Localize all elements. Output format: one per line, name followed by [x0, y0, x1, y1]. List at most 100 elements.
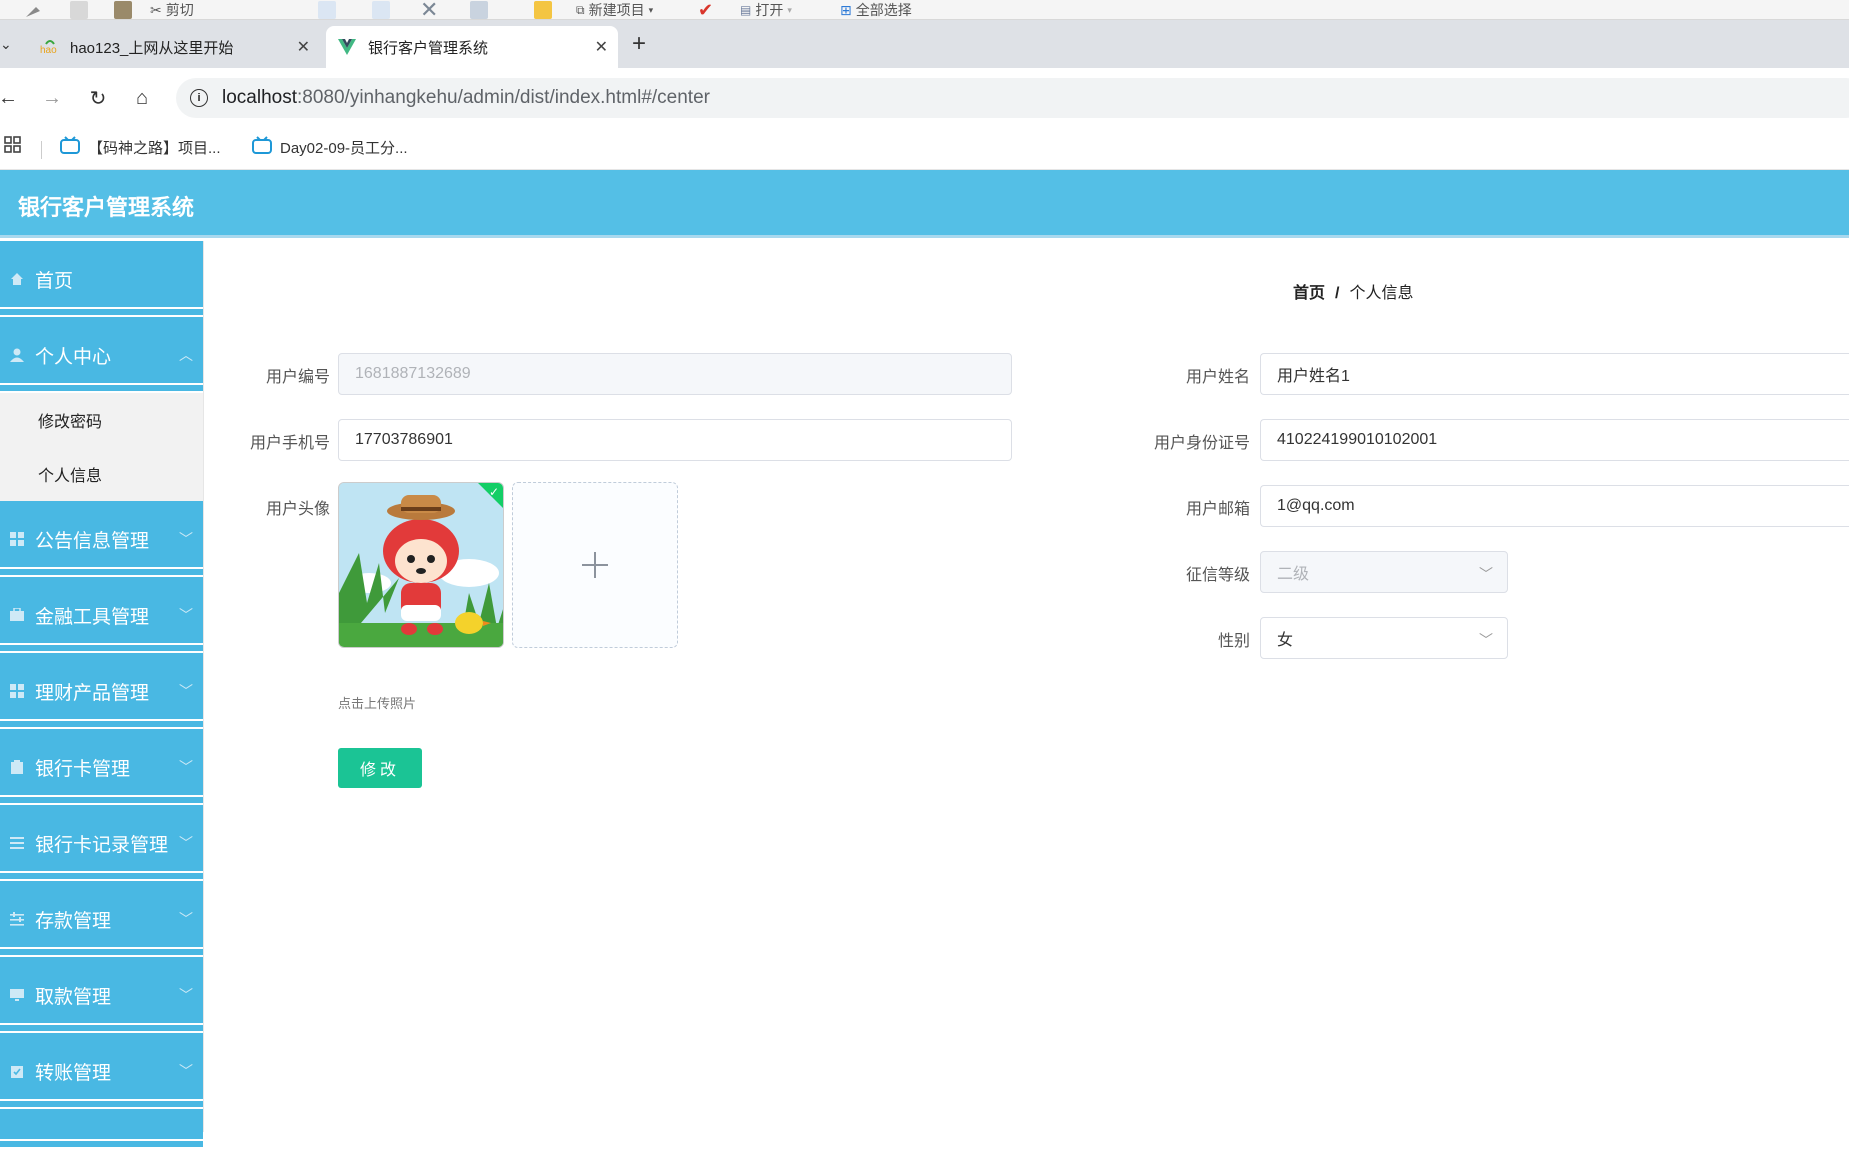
new-item-button[interactable]: ⧉ 新建项目 ▾ — [576, 0, 653, 20]
monitor-icon — [9, 987, 25, 1003]
pin-icon[interactable] — [22, 0, 44, 20]
plus-icon — [582, 552, 608, 578]
email-label: 用户邮箱 — [1185, 501, 1250, 518]
name-label: 用户姓名 — [1185, 369, 1250, 386]
avatar-label: 用户头像 — [265, 501, 330, 518]
apps-grid-icon[interactable] — [4, 136, 22, 154]
briefcase-icon — [9, 607, 25, 623]
forward-icon[interactable]: → — [38, 84, 66, 112]
select-all-icon: ⊞ — [840, 1, 852, 18]
credit-level-value: 二级 — [1277, 566, 1310, 583]
phone-label: 用户手机号 — [249, 435, 330, 452]
sidebar-item-home[interactable]: 首页 — [0, 241, 203, 317]
sidebar-item-change-password[interactable]: 修改密码 — [0, 393, 203, 447]
copy-to-icon[interactable] — [372, 0, 390, 20]
tab-bank-system[interactable]: 银行客户管理系统 ✕ — [326, 26, 618, 68]
chevron-down-icon: ﹀ — [1479, 566, 1493, 582]
tab-close-icon[interactable]: ✕ — [595, 37, 608, 57]
sidebar-item-transfers[interactable]: 转账管理 ﹀ — [0, 1033, 203, 1109]
sidebar-item-financial-tools[interactable]: 金融工具管理 ﹀ — [0, 577, 203, 653]
chevron-down-icon: ﹀ — [179, 607, 193, 623]
tab-search-icon[interactable]: ⌄ — [0, 36, 12, 53]
sidebar-item-deposits[interactable]: 存款管理 ﹀ — [0, 881, 203, 957]
breadcrumb: 首页 / 个人信息 — [1293, 279, 1413, 303]
scissors-icon: ✂ — [150, 1, 162, 18]
gender-value: 女 — [1277, 632, 1294, 649]
phone-field[interactable]: 17703786901 — [338, 419, 1012, 461]
tab-close-icon[interactable]: ✕ — [297, 37, 310, 57]
back-icon[interactable]: ← — [0, 84, 22, 112]
sidebar: 首页 个人中心 ︿ 修改密码 个人信息 公告信息管理 ﹀ 金融工具管理 ﹀ 理财… — [0, 241, 204, 1149]
submit-button[interactable]: 修改 — [338, 748, 422, 788]
check-icon: ✓ — [488, 485, 499, 499]
sidebar-item-withdrawals[interactable]: 取款管理 ﹀ — [0, 957, 203, 1033]
clipboard-check-icon — [9, 1063, 25, 1079]
delete-icon[interactable]: ✕ — [420, 0, 438, 22]
main-content: 首页 / 个人信息 用户编号 1681887132689 用户手机号 1770378… — [205, 241, 1849, 1132]
chevron-down-icon: ﹀ — [179, 987, 193, 1003]
sidebar-item-bank-cards[interactable]: 银行卡管理 ﹀ — [0, 729, 203, 805]
tab-hao123[interactable]: hao hao123_上网从这里开始 ✕ — [28, 26, 320, 68]
name-field[interactable]: 用户姓名1 — [1260, 353, 1849, 395]
user-no-label: 用户编号 — [265, 369, 330, 386]
open-button[interactable]: ▤ 打开 ▾ — [740, 0, 792, 20]
chevron-down-icon: ﹀ — [179, 835, 193, 851]
bookmark-item[interactable]: Day02-09-员工分... — [252, 136, 408, 158]
chevron-up-icon: ︿ — [179, 347, 193, 363]
credit-level-label: 征信等级 — [1185, 567, 1250, 584]
site-info-icon[interactable]: i — [190, 89, 208, 107]
svg-text:hao: hao — [40, 45, 57, 56]
sidebar-item-personal-center[interactable]: 个人中心 ︿ — [0, 317, 203, 393]
move-to-icon[interactable] — [318, 0, 336, 20]
open-icon: ▤ — [740, 3, 752, 17]
explorer-toolbar: ✂ 剪切 ✕ ⧉ 新建项目 ▾ ✔ ▤ 打开 ▾ ⊞ 全部选择 — [0, 0, 1849, 22]
cut-button[interactable]: ✂ 剪切 — [150, 0, 194, 20]
bilibili-icon — [60, 136, 80, 158]
rename-icon[interactable] — [470, 0, 488, 20]
paste-icon[interactable] — [114, 0, 132, 20]
select-all-button[interactable]: ⊞ 全部选择 — [840, 0, 912, 20]
grid-icon — [9, 531, 25, 547]
sidebar-item-announcements[interactable]: 公告信息管理 ﹀ — [0, 501, 203, 577]
sidebar-item-card-records[interactable]: 银行卡记录管理 ﹀ — [0, 805, 203, 881]
sidebar-item-wealth-products[interactable]: 理财产品管理 ﹀ — [0, 653, 203, 729]
new-item-icon: ⧉ — [576, 2, 585, 17]
idcard-field[interactable]: 410224199010102001 — [1260, 419, 1849, 461]
breadcrumb-separator: / — [1335, 285, 1340, 302]
reload-icon[interactable]: ↻ — [84, 84, 112, 112]
clipboard-icon — [9, 759, 25, 775]
new-tab-button[interactable]: + — [632, 30, 646, 58]
chevron-down-icon: ﹀ — [179, 911, 193, 927]
new-folder-icon[interactable] — [534, 0, 552, 20]
submenu-personal-center: 修改密码 个人信息 — [0, 393, 203, 501]
credit-level-select[interactable]: 二级 ﹀ — [1260, 551, 1508, 593]
sidebar-item-more[interactable] — [0, 1109, 203, 1149]
address-toolbar: ← → ↻ ⌂ i localhost:8080/yinhangkehu/adm… — [0, 68, 1849, 128]
avatar-upload-button[interactable] — [512, 482, 678, 648]
chevron-down-icon: ﹀ — [179, 531, 193, 547]
chevron-down-icon: ﹀ — [179, 1063, 193, 1079]
bookmark-item[interactable]: 【码神之路】项目... — [60, 136, 221, 158]
upload-hint: 点击上传照片 — [338, 696, 417, 711]
breadcrumb-home[interactable]: 首页 — [1293, 285, 1325, 302]
sidebar-item-personal-info[interactable]: 个人信息 — [0, 447, 203, 501]
cartoon-avatar-image — [339, 483, 503, 647]
dropdown-arrow-icon: ▾ — [787, 4, 792, 15]
gender-label: 性别 — [1217, 633, 1250, 650]
copy-icon[interactable] — [70, 0, 88, 20]
user-no-field[interactable]: 1681887132689 — [338, 353, 1012, 395]
home-icon[interactable]: ⌂ — [128, 84, 156, 112]
breadcrumb-current: 个人信息 — [1349, 285, 1414, 302]
properties-icon[interactable]: ✔ — [698, 0, 713, 20]
home-icon — [9, 271, 25, 287]
browser-tab-strip: ⌄ hao hao123_上网从这里开始 ✕ 银行客户管理系统 ✕ + — [0, 20, 1849, 68]
gender-select[interactable]: 女 ﹀ — [1260, 617, 1508, 659]
app-title: 银行客户管理系统 — [18, 195, 195, 220]
list-icon — [9, 835, 25, 851]
url-bar[interactable]: i localhost:8080/yinhangkehu/admin/dist/… — [176, 78, 1849, 118]
bilibili-icon — [252, 136, 272, 158]
email-field[interactable]: 1@qq.com — [1260, 485, 1849, 527]
bookmarks-bar: 【码神之路】项目... Day02-09-员工分... — [0, 128, 1849, 170]
avatar-thumbnail[interactable]: ✓ — [338, 482, 504, 648]
user-icon — [9, 347, 25, 363]
